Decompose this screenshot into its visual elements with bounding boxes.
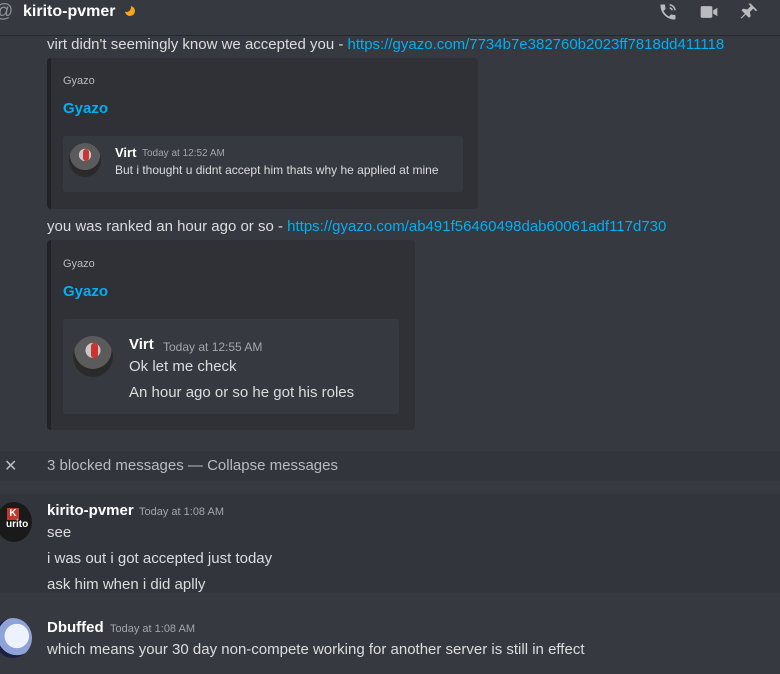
message-author[interactable]: Dbuffed bbox=[47, 619, 104, 636]
quoted-line: Ok let me check bbox=[129, 358, 237, 375]
message-line: see bbox=[47, 524, 72, 541]
quoted-line: But i thought u didnt accept him thats w… bbox=[115, 163, 439, 177]
message-text: virt didn't seemingly know we accepted y… bbox=[47, 35, 724, 55]
collapse-messages-link[interactable]: Collapse messages bbox=[207, 457, 338, 474]
message-link[interactable]: https://gyazo.com/7734b7e382760b2023ff78… bbox=[348, 36, 725, 53]
embed-image-preview[interactable]: Virt Today at 12:55 AM Ok let me check A… bbox=[63, 319, 399, 414]
phone-call-icon[interactable] bbox=[657, 2, 679, 22]
at-icon: @ bbox=[0, 2, 13, 21]
link-embed: Gyazo Gyazo Virt Today at 12:52 AM But i… bbox=[47, 58, 478, 209]
embed-image-preview[interactable]: Virt Today at 12:52 AM But i thought u d… bbox=[63, 136, 463, 192]
message-link[interactable]: https://gyazo.com/ab491f56460498dab60061… bbox=[287, 218, 666, 235]
quoted-line: An hour ago or so he got his roles bbox=[129, 384, 355, 401]
embed-title[interactable]: Gyazo bbox=[63, 100, 108, 117]
message-body: virt didn't seemingly know we accepted y… bbox=[47, 36, 348, 53]
message-timestamp: Today at 1:08 AM bbox=[139, 506, 224, 518]
embed-provider: Gyazo bbox=[63, 75, 95, 87]
quoted-timestamp: Today at 12:52 AM bbox=[142, 148, 225, 159]
blocked-messages-bar: ✕ 3 blocked messages — Collapse messages bbox=[0, 451, 780, 481]
message-line: i was out i got accepted just today bbox=[47, 550, 273, 567]
dm-header: @ kirito-pvmer bbox=[0, 0, 780, 36]
embed-title[interactable]: Gyazo bbox=[63, 283, 108, 300]
close-icon[interactable]: ✕ bbox=[4, 456, 17, 476]
message-text: you was ranked an hour ago or so - https… bbox=[47, 217, 666, 237]
message-line: ask him when i did aplly bbox=[47, 576, 206, 593]
pin-icon[interactable] bbox=[738, 2, 760, 22]
avatar bbox=[73, 336, 113, 377]
message-author[interactable]: kirito-pvmer bbox=[47, 502, 134, 519]
embed-provider: Gyazo bbox=[63, 258, 95, 270]
quoted-author: Virt bbox=[129, 336, 154, 353]
link-embed: Gyazo Gyazo Virt Today at 12:55 AM Ok le… bbox=[47, 240, 415, 430]
video-call-icon[interactable] bbox=[698, 2, 720, 22]
quoted-timestamp: Today at 12:55 AM bbox=[163, 340, 263, 354]
message-body: you was ranked an hour ago or so - bbox=[47, 218, 288, 235]
message-line: which means your 30 day non-compete work… bbox=[47, 641, 585, 658]
avatar[interactable] bbox=[0, 618, 32, 658]
blocked-messages-label: 3 blocked messages — Collapse messages bbox=[47, 457, 338, 474]
moon-status-icon bbox=[122, 3, 135, 16]
message-timestamp: Today at 1:08 AM bbox=[110, 623, 195, 635]
dm-title[interactable]: kirito-pvmer bbox=[23, 2, 115, 22]
avatar bbox=[69, 143, 101, 177]
quoted-author: Virt bbox=[115, 145, 137, 160]
